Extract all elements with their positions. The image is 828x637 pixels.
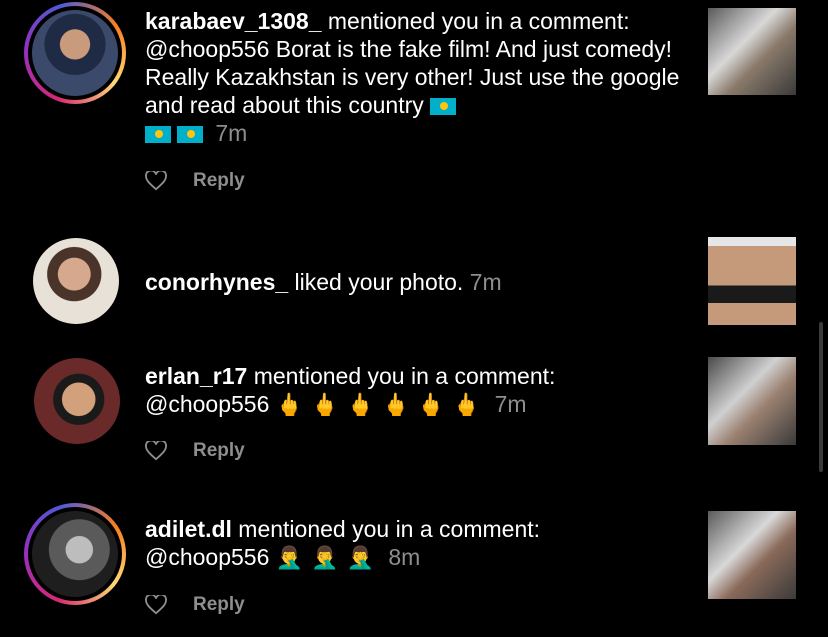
avatar[interactable] [34,358,120,444]
post-thumbnail[interactable] [708,511,796,599]
heart-icon[interactable] [145,441,167,461]
middle-finger-icon: 🖕 [382,392,410,417]
mention[interactable]: @choop556 [145,544,269,570]
timestamp: 7m [215,120,248,146]
timestamp: 7m [469,269,502,295]
middle-finger-icon: 🖕 [346,392,374,417]
timestamp: 7m [494,391,527,417]
notification-text: adilet.dl mentioned you in a comment: @c… [145,515,685,572]
kazakhstan-flag-icon [177,126,203,143]
notification-item[interactable]: adilet.dl mentioned you in a comment: @c… [0,495,828,637]
reply-button[interactable]: Reply [193,440,245,462]
middle-finger-icon: 🖕 [452,392,481,417]
middle-finger-icon: 🖕 [311,392,339,417]
post-thumbnail[interactable] [708,357,796,445]
action-text: mentioned you in a comment: [321,8,630,34]
username[interactable]: conorhynes_ [145,269,288,295]
post-thumbnail[interactable] [708,237,796,325]
middle-finger-icon: 🖕 [275,392,304,417]
notification-item[interactable]: conorhynes_ liked your photo. 7m [0,215,828,345]
mention[interactable]: @choop556 [145,391,269,417]
notification-text: conorhynes_ liked your photo. 7m [145,268,685,296]
kazakhstan-flag-icon [145,126,171,143]
reply-button[interactable]: Reply [193,594,245,616]
username[interactable]: erlan_r17 [145,363,247,389]
kazakhstan-flag-icon [430,98,457,115]
action-text: mentioned you in a comment: [247,363,556,389]
notification-item[interactable]: erlan_r17 mentioned you in a comment: @c… [0,345,828,495]
notification-text: karabaev_1308_ mentioned you in a commen… [145,7,685,147]
action-text: liked your photo. [288,269,464,295]
heart-icon[interactable] [145,171,167,191]
middle-finger-icon: 🖕 [417,392,445,417]
username[interactable]: karabaev_1308_ [145,8,322,34]
reply-button[interactable]: Reply [193,170,245,192]
avatar[interactable] [24,503,126,605]
notification-item[interactable]: karabaev_1308_ mentioned you in a commen… [0,0,828,215]
man-facepalming-icon: 🤦‍♂️ [275,545,304,570]
timestamp: 8m [388,544,421,570]
notification-text: erlan_r17 mentioned you in a comment: @c… [145,362,685,419]
action-text: mentioned you in a comment: [231,516,541,542]
heart-icon[interactable] [145,595,167,615]
avatar[interactable] [24,2,126,104]
man-facepalming-icon: 🤦‍♂️ [346,545,374,570]
avatar[interactable] [33,238,119,324]
scrollbar[interactable] [819,322,823,472]
man-facepalming-icon: 🤦‍♂️ [311,545,339,570]
username[interactable]: adilet.dl [145,516,232,542]
mention[interactable]: @choop556 [145,36,269,62]
post-thumbnail[interactable] [708,8,796,95]
